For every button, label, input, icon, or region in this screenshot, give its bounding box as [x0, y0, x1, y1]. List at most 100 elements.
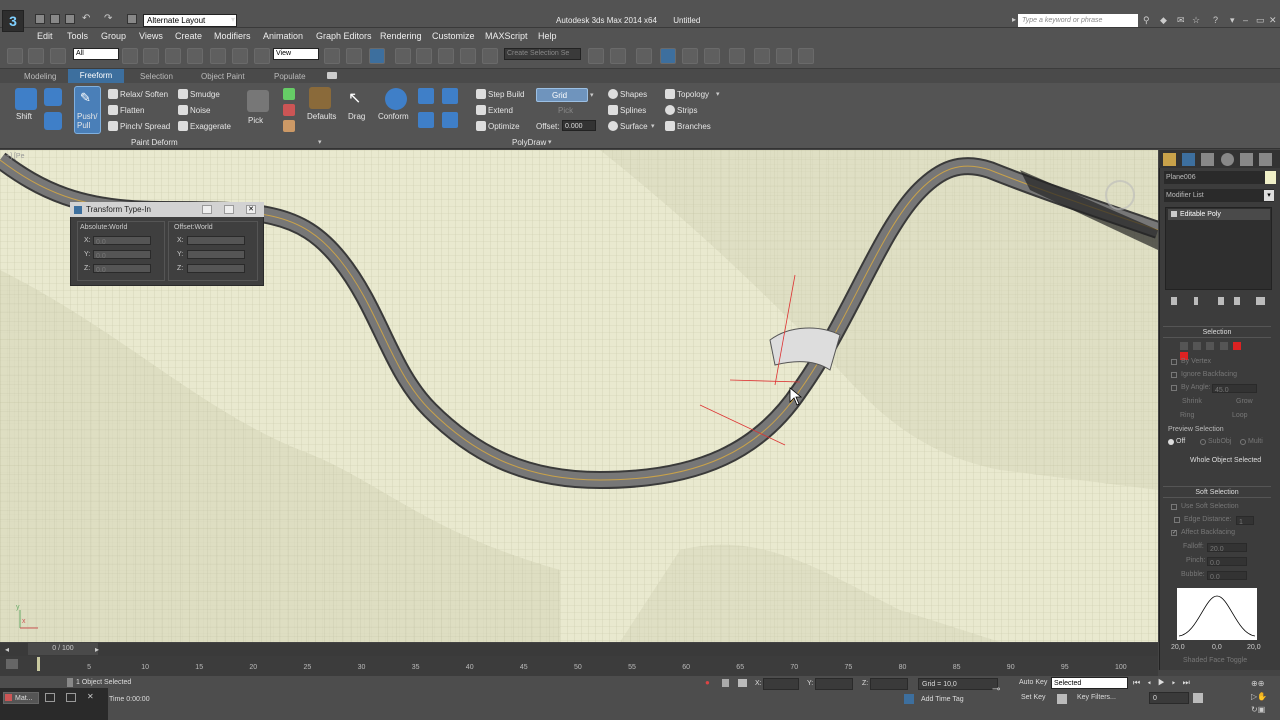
- render-production-icon[interactable]: [798, 48, 814, 64]
- modifier-list-chevron-icon[interactable]: ▾: [1264, 190, 1274, 201]
- next-frame-icon[interactable]: ▸: [1172, 678, 1183, 687]
- menu-tools[interactable]: Tools: [67, 31, 88, 41]
- pinch-spinner[interactable]: 0.0: [1207, 557, 1247, 567]
- save-file-icon[interactable]: [65, 14, 75, 24]
- cancel-x-icon[interactable]: [283, 104, 295, 116]
- tab-object-paint[interactable]: Object Paint: [201, 72, 245, 81]
- schematic-view-icon[interactable]: [704, 48, 720, 64]
- zoom-icon[interactable]: ⊕: [1251, 679, 1258, 688]
- chevron-down-icon[interactable]: ▾: [231, 15, 235, 24]
- expand-chevron-icon[interactable]: ▾: [318, 138, 322, 146]
- use-soft-selection-checkbox[interactable]: [1171, 504, 1177, 510]
- abs-y-field[interactable]: 0.0: [93, 250, 151, 260]
- polydraw-expand-icon[interactable]: ▾: [548, 138, 552, 146]
- open-file-icon[interactable]: [50, 14, 60, 24]
- key-filters-button[interactable]: Key Filters...: [1077, 694, 1116, 701]
- tab-selection[interactable]: Selection: [140, 72, 173, 81]
- dialog-maximize-icon[interactable]: [224, 205, 234, 214]
- by-angle-checkbox[interactable]: [1171, 385, 1177, 391]
- select-manipulate-icon[interactable]: [346, 48, 362, 64]
- set-key-button[interactable]: Set Key: [1021, 694, 1046, 701]
- utilities-tab-icon[interactable]: [1259, 153, 1272, 166]
- pin-stack-icon[interactable]: [1171, 297, 1177, 305]
- previous-frame-icon[interactable]: ◂: [1147, 678, 1158, 687]
- display-tab-icon[interactable]: [1240, 153, 1253, 166]
- surface-button[interactable]: Surface: [620, 122, 648, 131]
- relax-soften-button[interactable]: Relax/ Soften: [120, 90, 168, 99]
- play-icon[interactable]: ▶: [1158, 678, 1172, 687]
- selection-filter-dropdown[interactable]: All: [73, 48, 119, 60]
- shrink-button[interactable]: Shrink: [1182, 398, 1202, 405]
- scale-icon[interactable]: [254, 48, 270, 64]
- redo-icon[interactable]: ↷: [104, 14, 114, 24]
- y-coord-field[interactable]: [815, 678, 853, 690]
- menu-maxscript[interactable]: MAXScript: [485, 31, 528, 41]
- dialog-close-icon[interactable]: ✕: [246, 205, 256, 214]
- splines-button[interactable]: Splines: [620, 106, 646, 115]
- shift-scale-icon[interactable]: [44, 112, 62, 130]
- checkmark-icon[interactable]: [283, 88, 295, 100]
- edge-icon[interactable]: [1193, 342, 1202, 350]
- key-icon[interactable]: ⊸: [992, 684, 1000, 695]
- project-folder-icon[interactable]: [127, 14, 137, 24]
- bind-spacewarp-icon[interactable]: [50, 48, 66, 64]
- grid-dropdown-icon[interactable]: ▾: [590, 91, 594, 99]
- mirror-icon[interactable]: [588, 48, 604, 64]
- menu-customize[interactable]: Customize: [432, 31, 475, 41]
- time-slider[interactable]: [0, 643, 1158, 656]
- new-file-icon[interactable]: [35, 14, 45, 24]
- object-color-swatch[interactable]: [1265, 171, 1276, 184]
- move-icon[interactable]: [210, 48, 226, 64]
- dialog-minimize-icon[interactable]: [202, 205, 212, 214]
- vertex-icon[interactable]: [1180, 342, 1188, 350]
- step-build-button[interactable]: Step Build: [488, 90, 524, 99]
- key-mode-dropdown[interactable]: Selected: [1051, 677, 1128, 689]
- pick-small-button[interactable]: Pick: [558, 106, 573, 115]
- window-crossing-icon[interactable]: [187, 48, 203, 64]
- select-object-icon[interactable]: [122, 48, 138, 64]
- abs-z-field[interactable]: 0.0: [93, 264, 151, 274]
- minimize-icon[interactable]: –: [1243, 15, 1253, 25]
- object-name-field[interactable]: Plane006: [1164, 171, 1265, 184]
- binoculars-icon[interactable]: ⚲: [1143, 15, 1153, 25]
- set-key-icon[interactable]: [1057, 694, 1067, 704]
- create-tab-icon[interactable]: [1163, 153, 1176, 166]
- angle-snap-icon[interactable]: [416, 48, 432, 64]
- help-dropdown-icon[interactable]: ▾: [1230, 15, 1240, 25]
- shift-rotate-icon[interactable]: [44, 88, 62, 106]
- restore-icon[interactable]: ▭: [1256, 15, 1266, 25]
- curve-editor-icon[interactable]: [682, 48, 698, 64]
- layer-manager-icon[interactable]: [636, 48, 652, 64]
- x-coord-field[interactable]: [763, 678, 799, 690]
- z-coord-field[interactable]: [870, 678, 908, 690]
- shift-brush-icon[interactable]: [15, 88, 37, 110]
- render-setup-icon[interactable]: [754, 48, 770, 64]
- make-unique-icon[interactable]: [1218, 297, 1224, 305]
- configure-modifier-sets-icon[interactable]: [1256, 297, 1265, 305]
- rect-selection-icon[interactable]: [165, 48, 181, 64]
- off-y-field[interactable]: [187, 250, 245, 259]
- extend-button[interactable]: Extend: [488, 106, 513, 115]
- slider-prev-icon[interactable]: ◂: [5, 645, 9, 654]
- go-to-start-icon[interactable]: ⏮: [1133, 678, 1147, 687]
- material-editor-icon[interactable]: [729, 48, 745, 64]
- remove-modifier-icon[interactable]: [1234, 297, 1240, 305]
- menu-rendering[interactable]: Rendering: [380, 31, 422, 41]
- edit-named-selection-icon[interactable]: [482, 48, 498, 64]
- selection-lock-icon[interactable]: [722, 679, 729, 687]
- selection-rollout-header[interactable]: Selection: [1163, 326, 1271, 338]
- tab-populate[interactable]: Populate: [274, 72, 306, 81]
- rendered-frame-window-icon[interactable]: [776, 48, 792, 64]
- orbit-icon[interactable]: ↻: [1251, 705, 1258, 714]
- noise-button[interactable]: Noise: [190, 106, 210, 115]
- conform-options-4-icon[interactable]: [442, 112, 458, 128]
- spinner-snap-icon[interactable]: [460, 48, 476, 64]
- pan-icon[interactable]: ✋: [1257, 692, 1267, 701]
- menu-edit[interactable]: Edit: [37, 31, 53, 41]
- drag-cursor-icon[interactable]: ↖: [348, 88, 361, 108]
- communication-icon[interactable]: ✉: [1177, 15, 1187, 25]
- loop-button[interactable]: Loop: [1232, 412, 1248, 419]
- viewport-label[interactable]: +] [Pe: [6, 153, 24, 160]
- menu-views[interactable]: Views: [139, 31, 163, 41]
- isolate-icon[interactable]: ●: [705, 678, 710, 687]
